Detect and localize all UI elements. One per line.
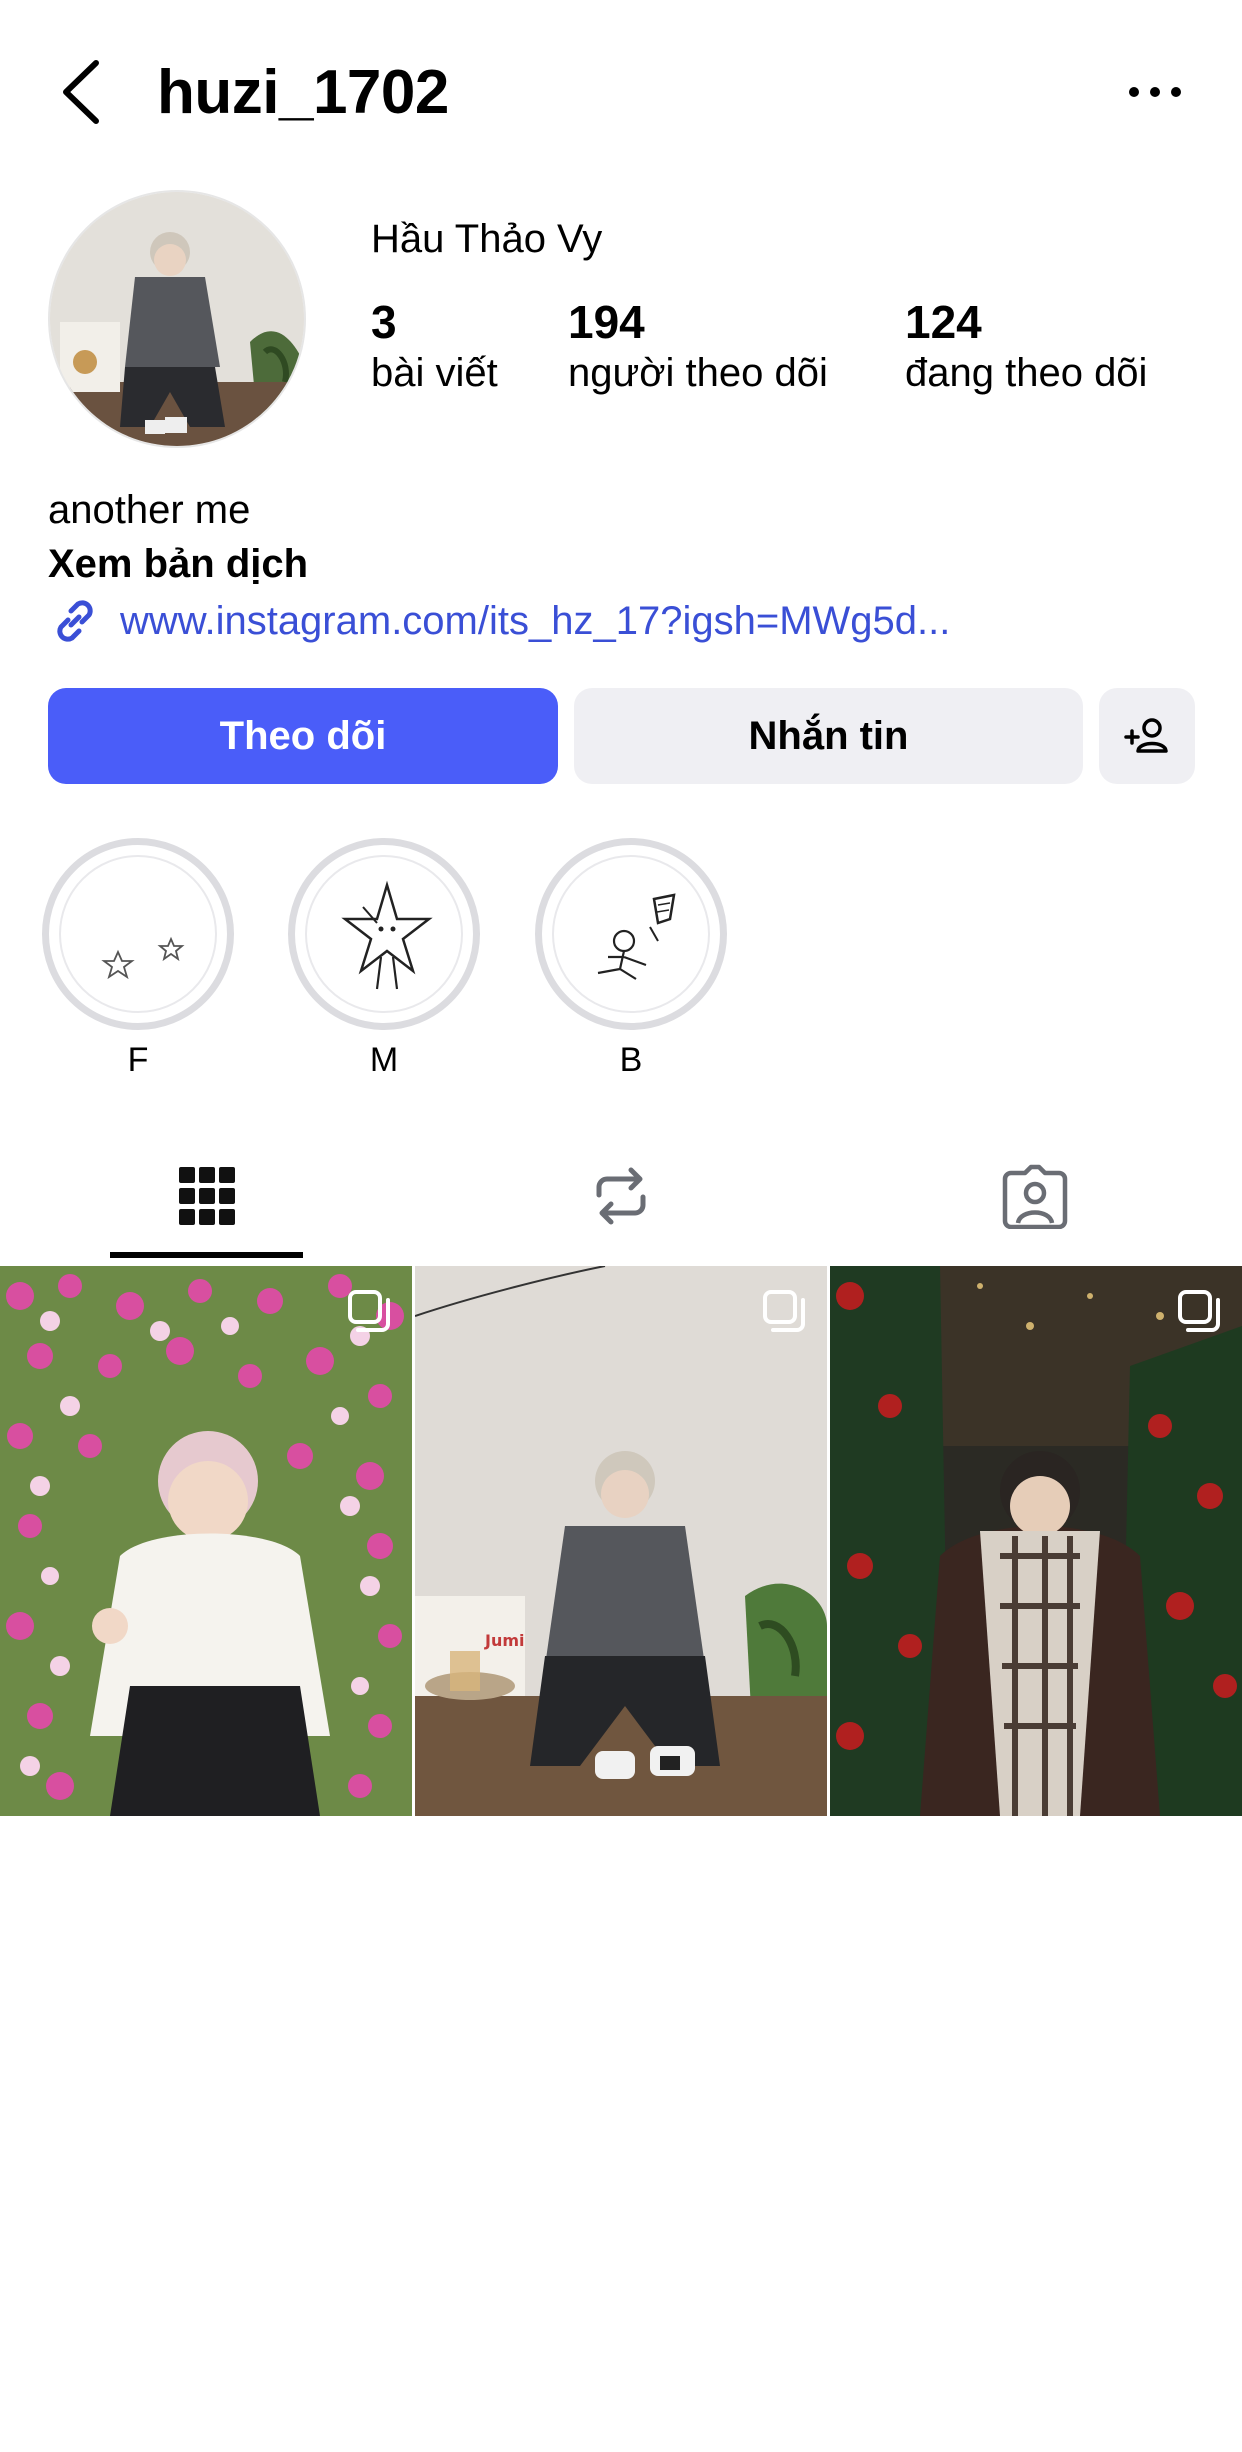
profile-display-name: Hầu Thảo Vy <box>371 217 603 261</box>
follow-button[interactable]: Theo dõi <box>48 688 558 784</box>
highlight-ring <box>42 838 234 1030</box>
star-doodle-icon <box>101 936 185 980</box>
post-thumbnail[interactable]: Jumi <box>415 1266 827 1816</box>
see-translation-link[interactable]: Xem bản dịch <box>48 538 308 590</box>
posts-count: 3 <box>371 296 397 348</box>
carousel-icon <box>348 1290 390 1332</box>
post-photo-flowers <box>0 1266 412 1816</box>
repost-icon <box>596 1167 646 1225</box>
link-icon <box>57 600 93 642</box>
tab-posts-grid[interactable] <box>0 1130 414 1262</box>
highlight-cover <box>59 855 217 1013</box>
back-button[interactable] <box>50 55 110 130</box>
profile-link[interactable]: www.instagram.com/its_hz_17?igsh=MWg5d..… <box>48 593 950 649</box>
post-thumbnail[interactable] <box>830 1266 1242 1816</box>
chevron-left-icon <box>63 60 99 124</box>
profile-bio: another me <box>48 488 251 532</box>
highlight-cover <box>305 855 463 1013</box>
highlight-label: M <box>369 1041 399 1079</box>
tagged-person-icon <box>1002 1164 1068 1229</box>
story-highlight-b[interactable]: B <box>535 838 727 1082</box>
stat-following[interactable]: 124 đang theo dõi <box>905 296 1147 398</box>
followers-count: 194 <box>568 296 645 348</box>
star-character-icon <box>341 880 433 990</box>
stat-followers[interactable]: 194 người theo dõi <box>568 296 828 398</box>
profile-content-tabs <box>0 1130 1242 1262</box>
tab-reposts[interactable] <box>414 1130 828 1262</box>
profile-username: huzi_1702 <box>157 58 449 127</box>
grid-icon <box>179 1167 235 1225</box>
story-highlight-f[interactable]: F <box>42 838 234 1082</box>
profile-link-text[interactable]: www.instagram.com/its_hz_17?igsh=MWg5d..… <box>120 593 950 649</box>
tab-tagged[interactable] <box>828 1130 1242 1262</box>
post-photo-christmas <box>830 1266 1242 1816</box>
active-tab-indicator <box>110 1252 303 1258</box>
ellipsis-icon <box>1129 87 1181 97</box>
highlight-label: B <box>619 1041 643 1079</box>
posts-grid: Jumi <box>0 1266 1242 1816</box>
profile-avatar[interactable] <box>48 190 306 448</box>
following-count: 124 <box>905 296 982 348</box>
basketball-doodle-icon <box>597 893 676 980</box>
followers-label: người theo dõi <box>568 351 828 395</box>
highlight-cover <box>552 855 710 1013</box>
story-highlight-m[interactable]: M <box>288 838 480 1082</box>
carousel-icon <box>763 1290 805 1332</box>
avatar-photo <box>50 192 304 446</box>
following-label: đang theo dõi <box>905 351 1148 395</box>
posts-label: bài viết <box>371 351 498 395</box>
more-options-button[interactable] <box>1120 70 1190 114</box>
highlight-ring <box>288 838 480 1030</box>
message-button[interactable]: Nhắn tin <box>574 688 1083 784</box>
svg-text:Jumi: Jumi <box>484 1631 525 1650</box>
carousel-icon <box>1178 1290 1220 1332</box>
profile-header: huzi_1702 <box>0 0 1242 190</box>
add-user-icon <box>1124 718 1168 753</box>
post-thumbnail[interactable] <box>0 1266 412 1816</box>
post-photo-wall: Jumi <box>415 1266 827 1816</box>
suggest-users-button[interactable] <box>1099 688 1195 784</box>
stat-posts[interactable]: 3 bài viết <box>371 296 498 398</box>
highlight-label: F <box>127 1041 149 1079</box>
highlight-ring <box>535 838 727 1030</box>
